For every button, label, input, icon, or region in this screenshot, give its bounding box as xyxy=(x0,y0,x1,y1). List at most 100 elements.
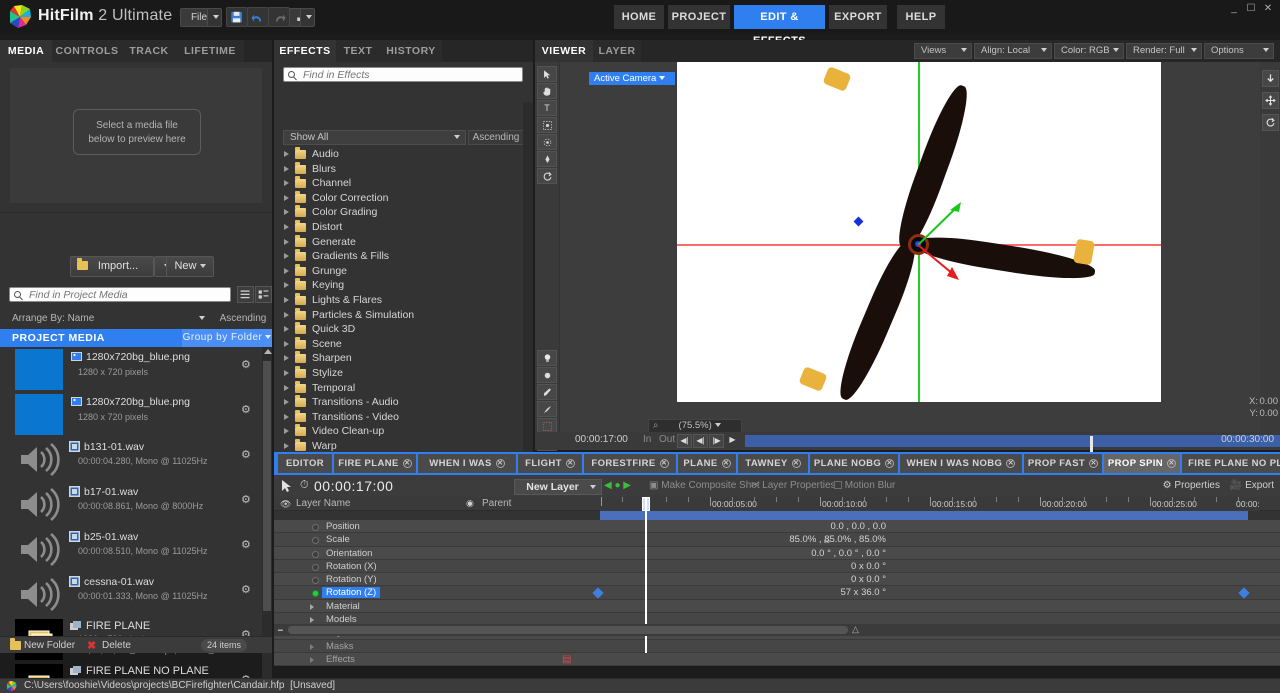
effects-sort-order[interactable]: Ascending xyxy=(468,130,524,145)
chevron-right-icon[interactable] xyxy=(310,603,314,610)
new-button[interactable]: New xyxy=(166,256,214,277)
scroll-up-icon[interactable] xyxy=(264,349,272,354)
tab-tawney[interactable]: TAWNEY ✕ xyxy=(738,454,808,473)
transform-gizmo[interactable] xyxy=(877,192,997,312)
close-icon[interactable]: ✕ xyxy=(791,458,801,468)
tab-flight[interactable]: FLIGHT ✕ xyxy=(518,454,582,473)
restore-icon[interactable]: ☐ xyxy=(1244,3,1258,15)
keyframe-toggle-icon[interactable] xyxy=(312,550,319,558)
property-value[interactable]: 0.0 , 0.0 , 0.0 xyxy=(831,521,886,532)
close-icon[interactable]: ✕ xyxy=(1006,458,1016,468)
close-icon[interactable]: ✕ xyxy=(402,458,412,468)
effects-category[interactable]: Lights & Flares xyxy=(274,292,523,308)
scroll-thumb[interactable] xyxy=(288,626,848,634)
step-back-icon[interactable]: ◀| xyxy=(693,434,708,448)
text-icon[interactable]: T xyxy=(537,100,557,116)
property-value[interactable]: 0 x 0.0 ° xyxy=(851,574,886,585)
property-group-row[interactable]: Effects ▤ xyxy=(274,652,1280,667)
property-group-row[interactable]: Masks xyxy=(274,639,1280,653)
views-dropdown[interactable]: Views xyxy=(914,43,972,59)
tab-history[interactable]: HISTORY xyxy=(380,40,442,62)
tab-viewer[interactable]: VIEWER xyxy=(535,40,593,62)
out-point-button[interactable]: Out xyxy=(659,434,675,445)
chevron-right-icon[interactable] xyxy=(310,656,314,663)
keyframe-toggle-icon[interactable] xyxy=(312,577,319,585)
tab-prop-fast[interactable]: PROP FAST ✕ xyxy=(1024,454,1102,473)
color-dropdown[interactable]: Color: RGB xyxy=(1054,43,1124,59)
close-icon[interactable]: ✕ xyxy=(885,458,895,468)
effects-category[interactable]: Channel xyxy=(274,176,523,191)
pen-icon[interactable] xyxy=(537,151,557,167)
property-value[interactable]: 0 x 0.0 ° xyxy=(851,561,886,572)
nav-project[interactable]: PROJECT xyxy=(668,5,730,29)
select-arrow-icon[interactable] xyxy=(537,66,557,82)
tab-editor[interactable]: EDITOR xyxy=(278,454,332,473)
control-point[interactable] xyxy=(853,216,864,227)
redo-icon[interactable] xyxy=(268,7,290,27)
close-icon[interactable]: ✕ xyxy=(721,458,731,468)
properties-button[interactable]: ⚙ Properties xyxy=(1163,480,1220,491)
chevron-right-icon[interactable] xyxy=(284,340,289,347)
chevron-right-icon[interactable] xyxy=(284,428,289,435)
chevron-right-icon[interactable] xyxy=(284,151,289,157)
point-icon[interactable] xyxy=(537,367,557,383)
viewer-current-timecode[interactable]: 00:00:17:00 xyxy=(575,434,628,445)
move-icon[interactable] xyxy=(1262,92,1279,109)
effects-category[interactable]: Audio xyxy=(274,147,523,162)
zoom-level-dropdown[interactable]: ⌕ (75.5%) xyxy=(648,419,742,433)
effects-category[interactable]: Color Correction xyxy=(274,190,523,206)
chevron-right-icon[interactable] xyxy=(310,617,314,624)
export-button[interactable]: 🎥 Export xyxy=(1230,480,1274,491)
chevron-right-icon[interactable] xyxy=(284,311,289,318)
gear-icon[interactable]: ⚙ xyxy=(241,405,252,416)
transform-icon[interactable] xyxy=(537,117,557,133)
nav-export[interactable]: EXPORT xyxy=(829,5,887,29)
keyframe-toggle-icon[interactable] xyxy=(312,537,319,545)
zoom-in-icon[interactable]: △ xyxy=(852,624,859,635)
property-value[interactable]: 85.0% , 85.0% , 85.0% xyxy=(789,534,886,545)
chevron-right-icon[interactable] xyxy=(284,384,289,391)
tab-track[interactable]: TRACK xyxy=(122,40,176,62)
timeline-horizontal-scrollbar[interactable]: ━ △ xyxy=(274,624,1280,636)
chevron-right-icon[interactable] xyxy=(310,643,314,650)
nav-help[interactable]: HELP xyxy=(897,5,945,29)
new-folder-button[interactable]: New Folder xyxy=(4,637,80,654)
viewer-canvas-area[interactable]: Active Camera xyxy=(560,62,1260,450)
fit-down-icon[interactable] xyxy=(1262,70,1279,87)
media-search-input[interactable] xyxy=(9,287,231,302)
keyframe-marker[interactable] xyxy=(1238,587,1250,600)
keyframe-nav-icons[interactable]: ◀ ● ▶ xyxy=(604,480,631,491)
property-row[interactable]: Rotation (Y) 0 x 0.0 ° xyxy=(274,573,1280,587)
gear-icon[interactable]: ⚙ xyxy=(241,495,252,506)
timeline-ruler[interactable]: 00:00:05:00 00:00:10:00 00:00:15:00 00:0… xyxy=(600,497,1260,511)
effects-category[interactable]: Blurs xyxy=(274,161,523,177)
brush-icon[interactable] xyxy=(537,384,557,400)
effects-category[interactable]: Quick 3D xyxy=(274,322,523,337)
list-item[interactable]: 1280x720bg_blue.png 1280 x 720 pixels ⚙ xyxy=(0,392,262,437)
close-icon[interactable]: ✕ xyxy=(1167,458,1177,468)
property-group-row[interactable]: Material xyxy=(274,599,1280,614)
gear-icon[interactable]: ⚙ xyxy=(241,450,252,461)
clone-icon[interactable] xyxy=(537,401,557,417)
tab-lifetime[interactable]: LIFETIME xyxy=(176,40,244,62)
effects-category[interactable]: Video Clean-up xyxy=(274,424,523,439)
arrange-by-dropdown[interactable]: Arrange By: Name xyxy=(8,311,208,326)
effects-category[interactable]: Temporal xyxy=(274,380,523,396)
tab-controls[interactable]: CONTROLS xyxy=(52,40,122,62)
hand-icon[interactable] xyxy=(537,83,557,99)
close-icon[interactable]: ✕ xyxy=(1261,3,1275,15)
align-dropdown[interactable]: Align: Local xyxy=(974,43,1052,59)
effects-category[interactable]: Particles & Simulation xyxy=(274,307,523,323)
timeline-current-time[interactable]: 00:00:17:00 xyxy=(314,478,393,494)
tab-plane[interactable]: PLANE ✕ xyxy=(678,454,736,473)
property-row[interactable]: Scale ∞ 85.0% , 85.0% , 85.0% xyxy=(274,533,1280,547)
select-arrow-icon[interactable] xyxy=(280,479,294,493)
active-camera-dropdown[interactable]: Active Camera xyxy=(589,72,675,85)
chevron-right-icon[interactable] xyxy=(284,355,289,362)
zoom-out-icon[interactable]: ━ xyxy=(278,626,283,635)
checkbox-icon[interactable] xyxy=(834,481,842,489)
import-button[interactable]: Import... xyxy=(70,256,154,277)
file-menu-dropdown[interactable] xyxy=(207,8,222,27)
playhead-marker[interactable] xyxy=(1090,436,1093,452)
step-forward-icon[interactable]: |▶ xyxy=(709,434,724,448)
